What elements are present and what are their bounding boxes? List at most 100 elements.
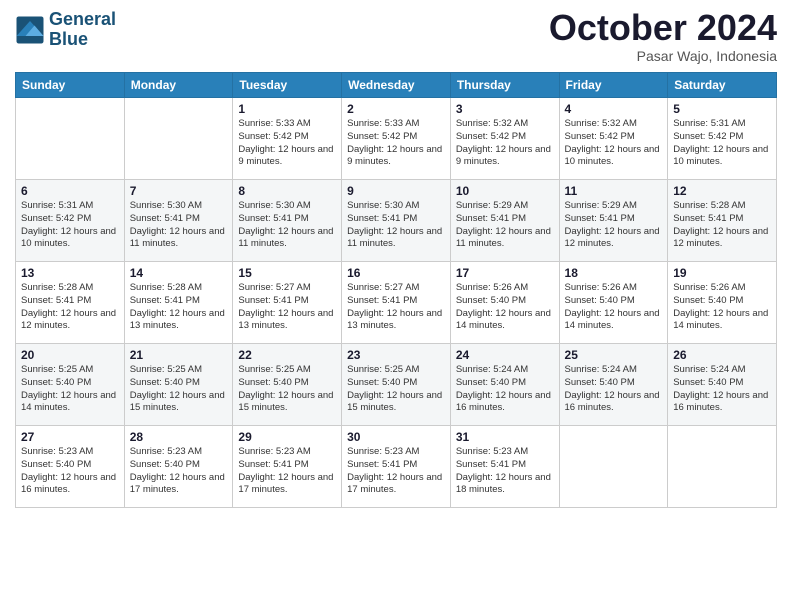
day-number: 13 [21,266,119,280]
day-info: Sunrise: 5:30 AMSunset: 5:41 PMDaylight:… [347,200,445,251]
sunset-text: Sunset: 5:41 PM [130,213,228,226]
daylight-text: Daylight: 12 hours and 18 minutes. [456,472,554,498]
calendar-header-monday: Monday [124,73,233,98]
daylight-text: Daylight: 12 hours and 17 minutes. [238,472,336,498]
calendar-cell: 11Sunrise: 5:29 AMSunset: 5:41 PMDayligh… [559,180,668,262]
day-number: 11 [565,184,663,198]
day-number: 15 [238,266,336,280]
day-info: Sunrise: 5:32 AMSunset: 5:42 PMDaylight:… [565,118,663,169]
calendar-cell: 29 Sunrise: 5:23 AMSunset: 5:41 PMDayligh… [233,426,342,508]
calendar-week-row: 6 Sunrise: 5:31 AMSunset: 5:42 PMDaylight… [16,180,777,262]
day-info: Sunrise: 5:25 AMSunset: 5:40 PMDaylight:… [347,364,445,415]
daylight-text: Daylight: 12 hours and 12 minutes. [673,226,771,252]
day-number: 25 [565,348,663,362]
daylight-text: Daylight: 12 hours and 16 minutes. [21,472,119,498]
day-number: 2 [347,102,445,116]
sunset-text: Sunset: 5:40 PM [456,295,554,308]
daylight-text: Daylight: 12 hours and 11 minutes. [456,226,554,252]
daylight-text: Daylight: 12 hours and 10 minutes. [673,144,771,170]
calendar-cell: 8 Sunrise: 5:30 AMSunset: 5:41 PMDaylight… [233,180,342,262]
sunrise-text: Sunrise: 5:28 AM [673,200,771,213]
day-number: 7 [130,184,228,198]
daylight-text: Daylight: 12 hours and 12 minutes. [565,226,663,252]
title-block: October 2024 Pasar Wajo, Indonesia [549,10,777,64]
sunset-text: Sunset: 5:40 PM [347,377,445,390]
calendar-week-row: 1Sunrise: 5:33 AMSunset: 5:42 PMDaylight… [16,98,777,180]
sunrise-text: Sunrise: 5:27 AM [238,282,336,295]
sunset-text: Sunset: 5:41 PM [238,213,336,226]
sunrise-text: Sunrise: 5:28 AM [130,282,228,295]
day-info: Sunrise: 5:33 AMSunset: 5:42 PMDaylight:… [238,118,336,169]
day-info: Sunrise: 5:28 AMSunset: 5:41 PMDaylight:… [130,282,228,333]
sunset-text: Sunset: 5:41 PM [347,295,445,308]
calendar-cell: 24Sunrise: 5:24 AMSunset: 5:40 PMDayligh… [450,344,559,426]
day-number: 6 [21,184,119,198]
sunset-text: Sunset: 5:42 PM [565,131,663,144]
day-info: Sunrise: 5:33 AMSunset: 5:42 PMDaylight:… [347,118,445,169]
daylight-text: Daylight: 12 hours and 9 minutes. [456,144,554,170]
daylight-text: Daylight: 12 hours and 10 minutes. [21,226,119,252]
daylight-text: Daylight: 12 hours and 16 minutes. [565,390,663,416]
calendar-cell: 10Sunrise: 5:29 AMSunset: 5:41 PMDayligh… [450,180,559,262]
sunrise-text: Sunrise: 5:23 AM [130,446,228,459]
calendar-cell [16,98,125,180]
day-number: 31 [456,430,554,444]
calendar-cell: 21Sunrise: 5:25 AMSunset: 5:40 PMDayligh… [124,344,233,426]
day-number: 5 [673,102,771,116]
sunset-text: Sunset: 5:42 PM [347,131,445,144]
day-number: 29 [238,430,336,444]
day-info: Sunrise: 5:30 AMSunset: 5:41 PMDaylight:… [130,200,228,251]
daylight-text: Daylight: 12 hours and 13 minutes. [130,308,228,334]
sunrise-text: Sunrise: 5:30 AM [347,200,445,213]
sunrise-text: Sunrise: 5:30 AM [238,200,336,213]
calendar-cell: 20Sunrise: 5:25 AMSunset: 5:40 PMDayligh… [16,344,125,426]
calendar-cell: 5Sunrise: 5:31 AMSunset: 5:42 PMDaylight… [668,98,777,180]
sunrise-text: Sunrise: 5:31 AM [21,200,119,213]
calendar-cell: 31Sunrise: 5:23 AMSunset: 5:41 PMDayligh… [450,426,559,508]
day-info: Sunrise: 5:25 AMSunset: 5:40 PMDaylight:… [21,364,119,415]
day-number: 8 [238,184,336,198]
day-info: Sunrise: 5:31 AMSunset: 5:42 PMDaylight:… [21,200,119,251]
calendar-week-row: 13Sunrise: 5:28 AMSunset: 5:41 PMDayligh… [16,262,777,344]
day-number: 9 [347,184,445,198]
logo-text: General Blue [49,10,116,50]
calendar-cell [559,426,668,508]
daylight-text: Daylight: 12 hours and 13 minutes. [347,308,445,334]
calendar-cell: 12Sunrise: 5:28 AMSunset: 5:41 PMDayligh… [668,180,777,262]
logo-icon [15,15,45,45]
day-info: Sunrise: 5:30 AMSunset: 5:41 PMDaylight:… [238,200,336,251]
logo-line2: Blue [49,30,116,50]
day-info: Sunrise: 5:26 AMSunset: 5:40 PMDaylight:… [673,282,771,333]
sunrise-text: Sunrise: 5:30 AM [130,200,228,213]
sunrise-text: Sunrise: 5:27 AM [347,282,445,295]
day-info: Sunrise: 5:23 AMSunset: 5:41 PMDaylight:… [238,446,336,497]
daylight-text: Daylight: 12 hours and 9 minutes. [238,144,336,170]
calendar-cell: 25Sunrise: 5:24 AMSunset: 5:40 PMDayligh… [559,344,668,426]
calendar-cell: 27Sunrise: 5:23 AMSunset: 5:40 PMDayligh… [16,426,125,508]
sunrise-text: Sunrise: 5:28 AM [21,282,119,295]
day-number: 30 [347,430,445,444]
sunset-text: Sunset: 5:41 PM [347,459,445,472]
daylight-text: Daylight: 12 hours and 16 minutes. [673,390,771,416]
calendar-cell: 2 Sunrise: 5:33 AMSunset: 5:42 PMDaylight… [342,98,451,180]
day-number: 12 [673,184,771,198]
calendar-header-saturday: Saturday [668,73,777,98]
sunset-text: Sunset: 5:41 PM [21,295,119,308]
calendar-cell: 19Sunrise: 5:26 AMSunset: 5:40 PMDayligh… [668,262,777,344]
calendar-table: SundayMondayTuesdayWednesdayThursdayFrid… [15,72,777,508]
calendar-header-sunday: Sunday [16,73,125,98]
sunset-text: Sunset: 5:40 PM [238,377,336,390]
sunrise-text: Sunrise: 5:26 AM [456,282,554,295]
day-number: 10 [456,184,554,198]
sunrise-text: Sunrise: 5:24 AM [673,364,771,377]
day-info: Sunrise: 5:26 AMSunset: 5:40 PMDaylight:… [456,282,554,333]
day-number: 17 [456,266,554,280]
calendar-cell [668,426,777,508]
sunrise-text: Sunrise: 5:25 AM [347,364,445,377]
sunset-text: Sunset: 5:42 PM [673,131,771,144]
sunset-text: Sunset: 5:41 PM [565,213,663,226]
daylight-text: Daylight: 12 hours and 15 minutes. [347,390,445,416]
calendar-cell: 28Sunrise: 5:23 AMSunset: 5:40 PMDayligh… [124,426,233,508]
calendar-cell [124,98,233,180]
day-number: 3 [456,102,554,116]
